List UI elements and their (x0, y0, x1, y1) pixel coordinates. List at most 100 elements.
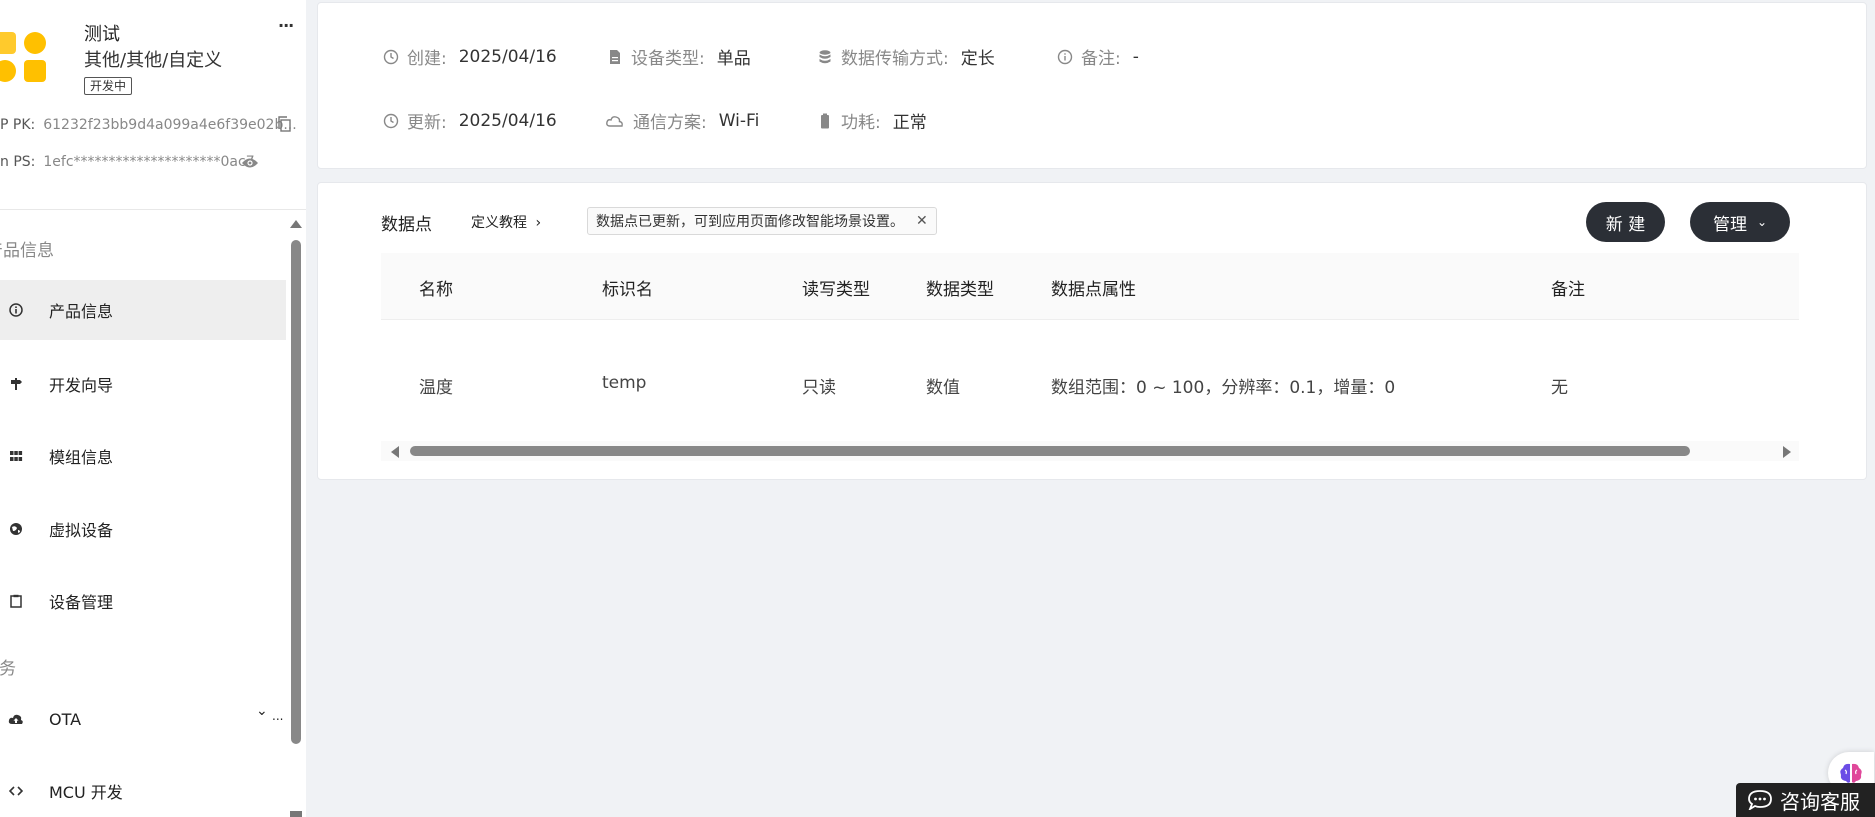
product-name: 测试 (84, 24, 120, 45)
cloud-icon (606, 115, 623, 127)
device-type-label: 设备类型: (631, 49, 705, 69)
manage-button[interactable]: 管理 ⌄ (1690, 202, 1790, 242)
file-icon (610, 49, 620, 64)
created-value: 2025/04/16 (458, 46, 557, 67)
sidebar-item-label: MCU 开发 (49, 783, 123, 802)
grid-icon (8, 448, 24, 464)
cell-name: 温度 (419, 378, 453, 398)
cell-properties: 数组范围：0 ~ 100，分辨率：0.1，增量：0 (1051, 378, 1396, 398)
sidebar-scrollbar-thumb[interactable] (291, 240, 301, 744)
chat-icon (1748, 790, 1772, 810)
comm-label: 通信方案: (633, 113, 707, 133)
sidebar-item-label: OTA (49, 709, 82, 729)
column-header[interactable]: 标识名 (602, 275, 653, 300)
pk-value: 61232f23bb9d4a099a4e6f39e02b... (43, 117, 297, 133)
datapoints-title: 数据点 (381, 215, 432, 235)
sidebar-item-device-manage[interactable]: 设备管理 (0, 571, 286, 631)
tutorial-link[interactable]: 定义教程 › (471, 212, 541, 232)
chevron-right-icon: › (535, 215, 542, 231)
sidebar: 测试 其他/其他/自定义 开发中 ··· P PK: 61232f23bb9d4a… (0, 0, 306, 817)
cell-data-type: 数值 (926, 378, 960, 398)
manage-button-label: 管理 (1712, 214, 1747, 235)
transfer-field: 数据传输方式: 定长 (817, 44, 995, 69)
datapoints-card: 数据点 定义教程 › 数据点已更新，可到应用页面修改智能场景设置。 ✕ 新 建 … (317, 182, 1867, 480)
new-button[interactable]: 新 建 (1586, 202, 1665, 242)
scroll-right-arrow[interactable] (1783, 446, 1791, 458)
ps-value: 1efc*********************0ac7 (43, 154, 255, 170)
sidebar-item-label: 模组信息 (49, 448, 114, 467)
power-value: 正常 (892, 113, 927, 133)
sidebar-item-ota[interactable]: OTA ⌄ ... (0, 689, 286, 749)
customer-support-button[interactable]: 咨询客服 (1736, 783, 1875, 817)
column-header[interactable]: 备注 (1551, 275, 1585, 300)
cloud-upload-icon (8, 711, 24, 727)
globe-icon (8, 521, 24, 537)
product-category: 其他/其他/自定义 (84, 50, 223, 71)
product-info-card: 创建: 2025/04/16 设备类型: 单品 数据传输方式: 定长 备注: -… (317, 2, 1867, 169)
product-key-row: P PK: 61232f23bb9d4a099a4e6f39e02b... (0, 117, 297, 133)
clock-icon (383, 113, 399, 128)
table-header: 名称 标识名 读写类型 数据类型 数据点属性 备注 (381, 253, 1799, 320)
remark-label: 备注: (1081, 49, 1121, 69)
more-icon[interactable]: ··· (278, 16, 294, 35)
cell-remark: 无 (1551, 378, 1568, 398)
column-header[interactable]: 读写类型 (802, 275, 870, 300)
cell-identifier: temp (602, 373, 647, 393)
brain-icon (1840, 763, 1862, 783)
copy-icon[interactable] (277, 116, 291, 132)
notice-text: 数据点已更新，可到应用页面修改智能场景设置。 (596, 214, 904, 230)
clipboard-icon (8, 593, 24, 609)
section-title-product: 产品信息 (0, 241, 54, 261)
chevron-down-icon[interactable]: ⌄ (256, 703, 268, 719)
code-icon (8, 783, 24, 799)
table-horizontal-scrollbar[interactable] (381, 441, 1799, 461)
horizontal-scrollbar-thumb[interactable] (410, 446, 1690, 456)
scroll-left-arrow[interactable] (391, 446, 399, 458)
sidebar-item-virtual-device[interactable]: 虚拟设备 (0, 499, 286, 559)
column-header[interactable]: 名称 (419, 275, 453, 300)
eye-icon[interactable] (241, 157, 259, 169)
signpost-icon (8, 376, 24, 392)
updated-label: 更新: (407, 113, 447, 133)
ps-label: n PS: (0, 154, 36, 170)
pk-label: P PK: (0, 117, 36, 133)
more-icon[interactable]: ... (272, 709, 283, 723)
sidebar-item-mcu-dev[interactable]: MCU 开发 (0, 761, 286, 817)
battery-icon (821, 113, 829, 128)
sidebar-item-dev-guide[interactable]: 开发向导 (0, 354, 286, 414)
product-secret-row: n PS: 1efc*********************0ac7 (0, 154, 255, 170)
close-icon[interactable]: ✕ (916, 213, 928, 229)
comm-value: Wi-Fi (718, 110, 760, 131)
device-type-value: 单品 (716, 49, 751, 69)
sidebar-item-label: 产品信息 (49, 302, 114, 321)
column-header[interactable]: 数据点属性 (1051, 275, 1136, 300)
info-icon (8, 302, 24, 318)
scroll-down-arrow[interactable] (290, 811, 302, 817)
support-label: 咨询客服 (1780, 789, 1860, 814)
updated-value: 2025/04/16 (458, 110, 557, 131)
remark-field: 备注: - (1057, 44, 1139, 69)
transfer-label: 数据传输方式: (841, 49, 949, 69)
section-title-service: 服务 (0, 659, 16, 679)
sidebar-item-module-info[interactable]: 模组信息 (0, 426, 286, 486)
sidebar-item-label: 虚拟设备 (49, 521, 114, 540)
created-field: 创建: 2025/04/16 (383, 44, 557, 69)
device-type-field: 设备类型: 单品 (607, 44, 751, 69)
power-label: 功耗: (841, 113, 881, 133)
scroll-up-arrow[interactable] (290, 220, 302, 228)
info-icon (1057, 49, 1073, 64)
created-label: 创建: (407, 49, 447, 69)
remark-value: - (1132, 46, 1139, 67)
tutorial-link-label: 定义教程 (471, 215, 527, 231)
sidebar-item-product-info[interactable]: 产品信息 (0, 280, 286, 340)
clock-icon (383, 49, 399, 64)
power-field: 功耗: 正常 (817, 108, 927, 133)
database-icon (819, 49, 831, 63)
column-header[interactable]: 数据类型 (926, 275, 994, 300)
updated-field: 更新: 2025/04/16 (383, 108, 557, 133)
sidebar-item-label: 开发向导 (49, 376, 114, 395)
sidebar-divider (0, 209, 306, 210)
transfer-value: 定长 (960, 49, 995, 69)
cell-rw-type: 只读 (802, 378, 836, 398)
status-badge: 开发中 (84, 77, 133, 95)
